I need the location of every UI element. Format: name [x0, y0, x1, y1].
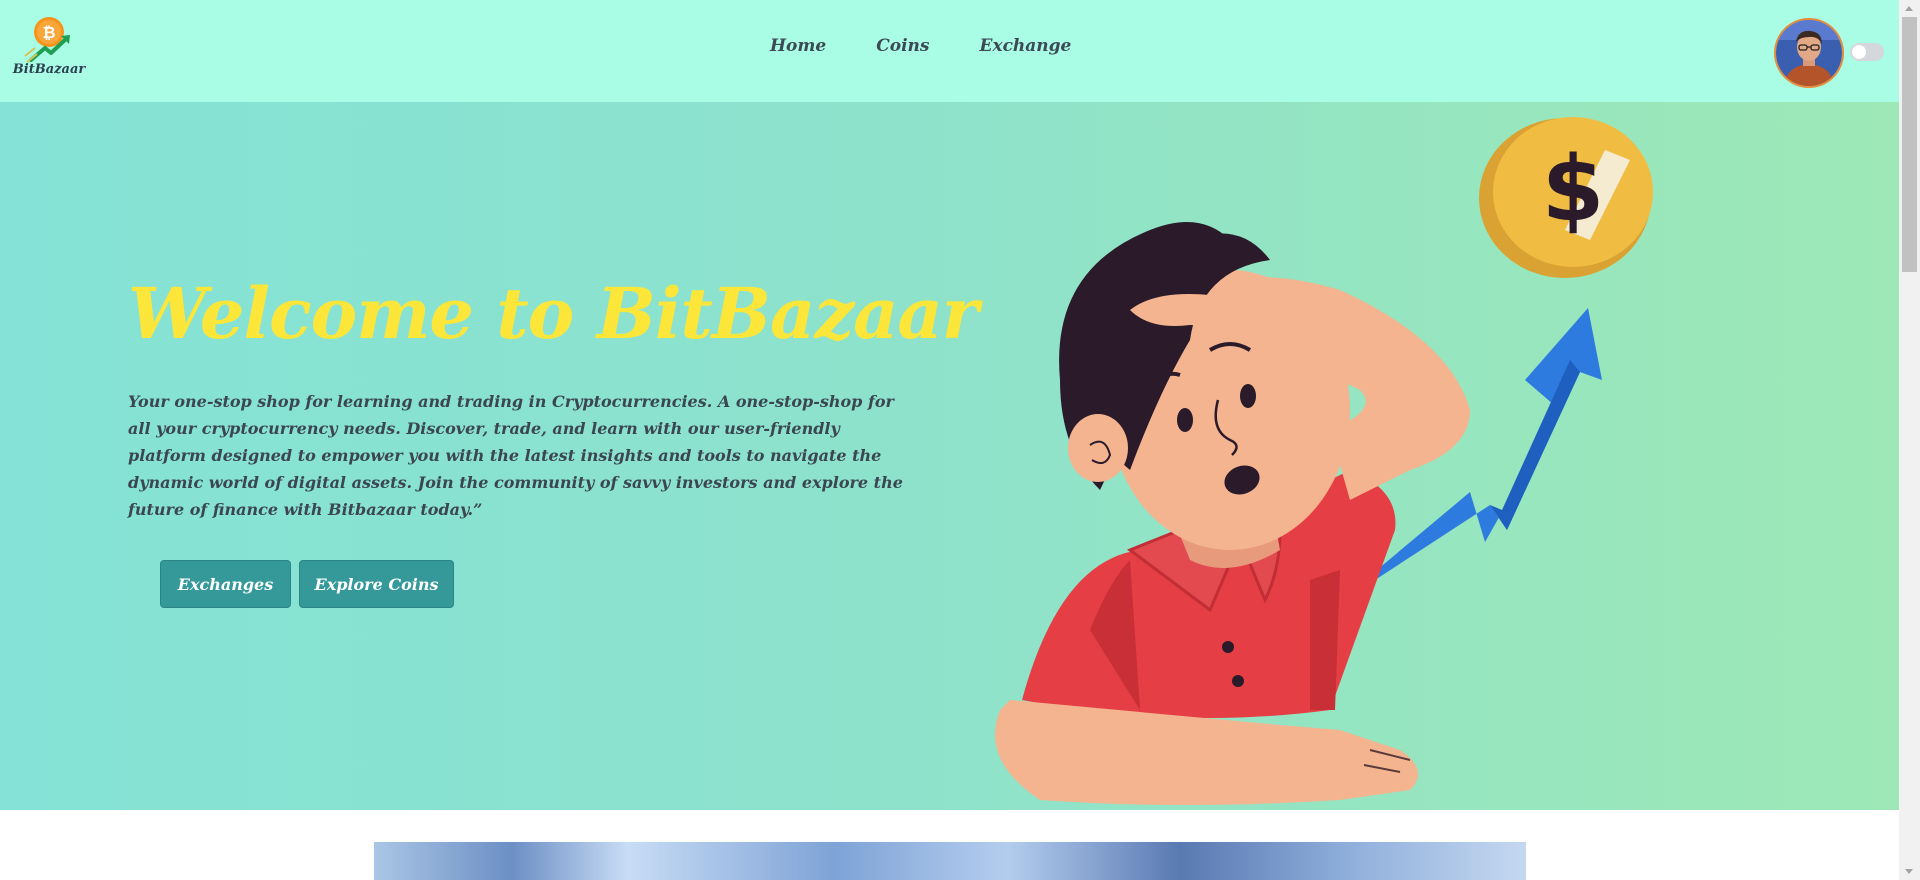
confused-investor-illustration: $ — [980, 110, 1680, 810]
hero-section: Welcome to BitBazaar Your one-stop shop … — [0, 102, 1899, 810]
brand-logo-link[interactable]: ₿ BitBazaar — [12, 16, 86, 86]
hero-title: Welcome to BitBazaar — [128, 272, 979, 355]
scroll-up-icon[interactable] — [1905, 6, 1913, 11]
exchanges-button[interactable]: Exchanges — [160, 560, 291, 608]
nav-link-home[interactable]: Home — [770, 36, 826, 56]
svg-text:₿: ₿ — [42, 23, 55, 42]
bitcoin-growth-icon: ₿ — [23, 16, 75, 64]
nav-link-exchange[interactable]: Exchange — [979, 36, 1071, 56]
theme-toggle[interactable] — [1850, 43, 1884, 61]
main-nav: Home Coins Exchange — [770, 36, 1121, 56]
hero-description: Your one-stop shop for learning and trad… — [128, 392, 903, 519]
brand-name: BitBazaar — [12, 62, 86, 77]
toggle-knob — [1852, 45, 1866, 59]
scroll-thumb[interactable] — [1902, 17, 1917, 272]
user-avatar[interactable] — [1776, 20, 1842, 86]
featured-banner-image — [374, 842, 1526, 880]
scroll-down-icon[interactable] — [1905, 869, 1913, 874]
svg-text:$: $ — [1542, 137, 1605, 242]
page-scrollbar[interactable] — [1899, 0, 1920, 880]
nav-link-coins[interactable]: Coins — [876, 36, 929, 56]
dollar-coin-icon: $ — [1479, 117, 1653, 278]
explore-coins-button[interactable]: Explore Coins — [299, 560, 454, 608]
navbar: ₿ BitBazaar Home Coins Exchange — [0, 0, 1899, 102]
